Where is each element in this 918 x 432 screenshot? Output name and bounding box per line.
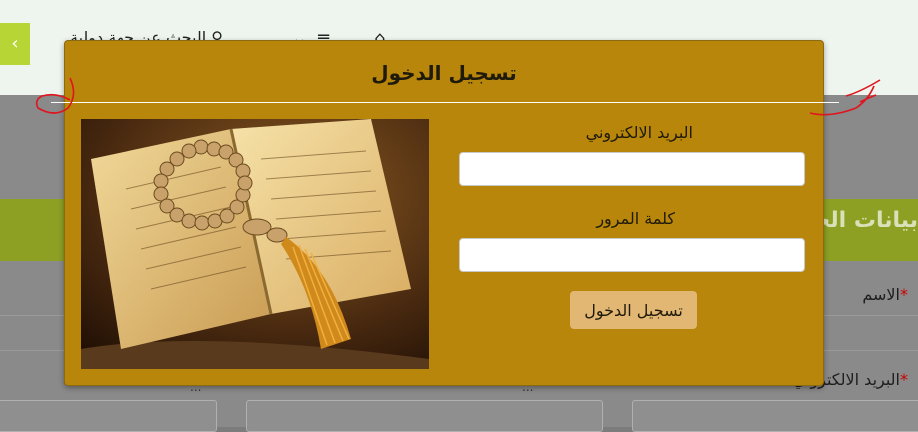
modal-title: تسجيل الدخول	[371, 61, 517, 85]
password-input[interactable]	[459, 238, 805, 272]
login-button[interactable]: تسجيل الدخول	[570, 291, 697, 329]
modal-divider	[51, 102, 839, 103]
background-input[interactable]	[0, 400, 217, 432]
password-label: كلمة المرور	[596, 209, 675, 228]
book-illustration	[81, 119, 429, 369]
email-input[interactable]	[459, 152, 805, 186]
background-input[interactable]	[246, 400, 603, 432]
quran-with-prayer-beads-image	[81, 119, 429, 369]
name-field-label: الاسم*	[862, 285, 908, 304]
email-label: البريد الالكتروني	[585, 123, 693, 142]
background-input[interactable]	[632, 400, 918, 432]
side-toggle-button[interactable]: ‹	[0, 23, 30, 65]
login-modal: تسجيل الدخول البريد الالكتروني كلمة المر…	[51, 40, 839, 386]
